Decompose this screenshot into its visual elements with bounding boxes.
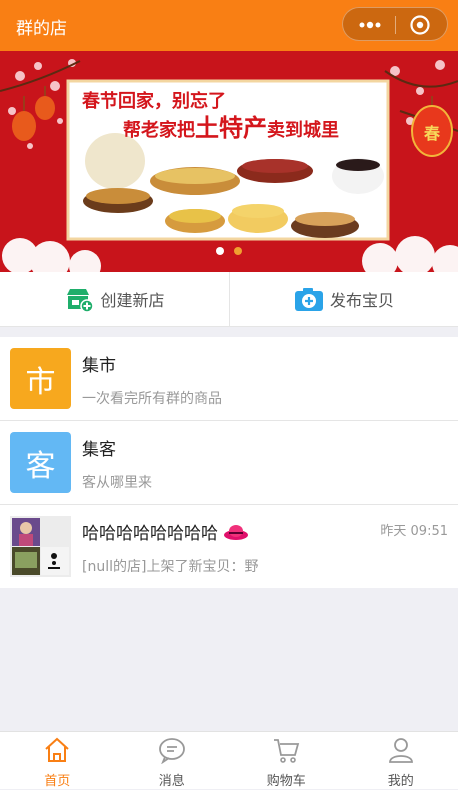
list-item-group[interactable]: 哈哈哈哈哈哈哈哈 昨天 09:51 [null的店]上架了新宝贝：野	[0, 505, 458, 588]
home-icon	[43, 736, 71, 764]
tab-bar: 首页 消息 购物车 我的	[0, 731, 458, 789]
tab-messages[interactable]: 消息	[115, 732, 230, 790]
list-item-subtitle: [null的店]上架了新宝贝：野	[82, 556, 258, 576]
tab-profile[interactable]: 我的	[344, 732, 458, 790]
customers-avatar: 客	[10, 432, 71, 493]
publish-item-label: 发布宝贝	[330, 287, 394, 311]
list-item-title: 集市	[82, 351, 116, 376]
banner-pagination	[0, 247, 458, 257]
tab-home[interactable]: 首页	[0, 732, 115, 790]
store-add-icon	[64, 286, 94, 312]
group-avatar	[10, 516, 71, 577]
promo-banner[interactable]: 春节回家，别忘了 帮老家把土特产卖到城里 春	[0, 51, 458, 272]
banner-artwork: 春节回家，别忘了 帮老家把土特产卖到城里 春	[0, 51, 458, 272]
tab-home-label: 首页	[0, 770, 115, 789]
close-icon[interactable]	[409, 14, 431, 36]
list-item-time: 昨天 09:51	[380, 520, 448, 539]
create-store-label: 创建新店	[100, 287, 164, 311]
pagination-dot[interactable]	[216, 247, 224, 255]
pagination-dot-active[interactable]	[234, 247, 242, 255]
user-icon	[387, 736, 415, 764]
cart-icon	[272, 736, 300, 764]
message-icon	[158, 736, 186, 764]
hat-emoji-icon	[223, 523, 249, 541]
page-title: 群的店	[16, 14, 67, 39]
list-item-subtitle: 客从哪里来	[82, 472, 152, 492]
lantern-label: 春	[423, 124, 441, 143]
camera-add-icon	[294, 286, 324, 312]
mini-program-capsule	[342, 7, 448, 41]
nav-bar: 群的店	[0, 0, 458, 51]
market-avatar: 市	[10, 348, 71, 409]
capsule-divider	[395, 16, 396, 34]
publish-item-button[interactable]: 发布宝贝	[229, 272, 458, 326]
list-item-subtitle: 一次看完所有群的商品	[82, 388, 222, 408]
tab-profile-label: 我的	[344, 770, 458, 789]
list-item-title: 集客	[82, 435, 116, 460]
create-store-button[interactable]: 创建新店	[0, 272, 229, 326]
banner-subline-highlight: 土特产	[195, 114, 267, 142]
tab-messages-label: 消息	[115, 770, 230, 789]
banner-headline: 春节回家，别忘了	[82, 90, 226, 112]
quick-actions: 创建新店 发布宝贝	[0, 272, 458, 327]
list-item-title: 哈哈哈哈哈哈哈哈	[82, 519, 249, 544]
more-icon[interactable]	[357, 18, 383, 32]
banner-subline-post: 卖到城里	[267, 119, 339, 141]
banner-subline-pre: 帮老家把	[123, 119, 195, 141]
tab-cart-label: 购物车	[229, 770, 344, 789]
store-list: 市 集市 一次看完所有群的商品 客 集客 客从哪里来 哈哈哈哈哈哈哈哈	[0, 337, 458, 588]
list-item-market[interactable]: 市 集市 一次看完所有群的商品	[0, 337, 458, 421]
list-item-customers[interactable]: 客 集客 客从哪里来	[0, 421, 458, 505]
tab-cart[interactable]: 购物车	[229, 732, 344, 790]
group-name: 哈哈哈哈哈哈哈哈	[82, 524, 218, 544]
